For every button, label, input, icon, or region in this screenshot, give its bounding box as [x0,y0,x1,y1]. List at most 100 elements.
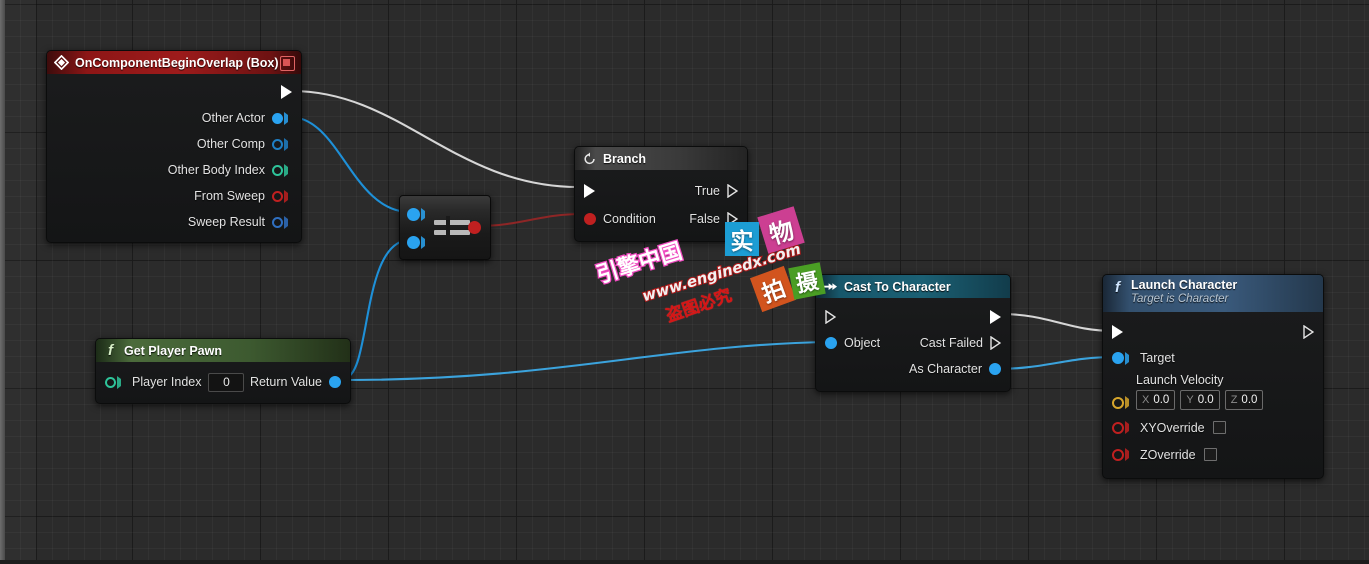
pin-label: Sweep Result [187,215,265,229]
branch-exec-in-pin[interactable] [584,183,595,198]
pin-row-sweep-result[interactable]: Sweep Result [47,209,301,235]
other-actor-pin[interactable] [272,111,292,125]
node-branch[interactable]: Branch True Condition False [574,146,748,242]
pin-label-false: False [689,212,720,226]
node-body: True Condition False [575,170,747,241]
node-title: Cast To Character [844,279,951,294]
node-titlebar[interactable]: Branch [575,147,747,170]
pin-row-zoverride[interactable]: ZOverride [1103,441,1323,468]
xyoverride-checkbox[interactable] [1212,421,1226,434]
blueprint-graph-canvas[interactable]: OnComponentBeginOverlap (Box) Other Acto… [0,0,1369,564]
node-equal-comparison[interactable] [399,195,491,260]
pin-label-xyoverride: XYOverride [1140,420,1205,435]
launch-exec-out-pin[interactable] [1303,325,1314,339]
pin-row-target[interactable]: Target [1103,345,1323,371]
node-subtitle: Target is Character [1131,293,1229,305]
other-body-index-pin[interactable] [272,163,292,177]
pin-row-player-index-return[interactable]: Player Index 0 Return Value [96,368,350,396]
pin-label-true: True [694,183,720,198]
node-body: Object Cast Failed As Character [816,298,1010,391]
pin-row-launch-velocity[interactable]: Launch Velocity X 0.0 Y 0.0 Z 0.0 [1103,371,1323,414]
graph-left-band [0,0,37,564]
velocity-z-field[interactable]: Z 0.0 [1224,390,1264,410]
as-character-pin[interactable] [989,363,1001,375]
sweep-result-pin[interactable] [272,215,292,229]
exec-out-pin[interactable] [281,85,292,99]
equal-symbol-gap [446,216,450,239]
branch-true-exec-pin[interactable] [727,183,738,198]
pin-label-condition: Condition [603,212,656,226]
axis-label-x: X [1142,394,1150,406]
player-index-input[interactable]: 0 [208,372,245,392]
equal-input-a-pin[interactable] [407,208,429,221]
velocity-y-field[interactable]: Y 0.0 [1180,390,1220,410]
cast-exec-in-pin[interactable] [825,310,836,324]
pin-label: Other Comp [196,137,265,151]
equal-input-b-pin[interactable] [407,236,429,249]
pin-row-exec-out[interactable] [47,79,301,105]
from-sweep-pin[interactable] [272,189,292,203]
node-titlebar[interactable]: OnComponentBeginOverlap (Box) [47,51,301,74]
player-index-pin[interactable] [105,375,125,389]
pin-label: From Sweep [194,189,265,203]
function-f-icon: f [1115,279,1120,296]
pin-label-object: Object [844,336,881,350]
pin-row-launch-exec[interactable] [1103,319,1323,345]
cast-failed-exec-pin[interactable] [990,336,1001,350]
node-close-icon[interactable] [280,56,295,71]
branch-false-exec-pin[interactable] [727,212,738,226]
equal-symbol-bar-top [434,220,470,225]
pin-row-xyoverride[interactable]: XYOverride [1103,414,1323,441]
pin-row-condition-false[interactable]: Condition False [575,205,747,233]
zoverride-checkbox[interactable] [1203,448,1217,461]
vertical-scrollbar[interactable] [0,0,5,564]
pin-row-as-character[interactable]: As Character [816,356,1010,382]
pin-row-from-sweep[interactable]: From Sweep [47,183,301,209]
pin-row-other-comp[interactable]: Other Comp [47,131,301,157]
velocity-y-value: 0.0 [1197,394,1214,406]
return-value-pin[interactable] [329,376,341,388]
condition-pin[interactable] [584,213,596,225]
pin-label-target: Target [1140,351,1175,365]
node-body: Player Index 0 Return Value [96,362,350,403]
node-body: Target Launch Velocity X 0.0 Y 0.0 Z 0.0… [1103,312,1323,478]
axis-label-z: Z [1230,394,1238,406]
pin-row-branch-exec-true[interactable]: True [575,176,747,205]
node-cast-to-character[interactable]: Cast To Character Object Cast Failed As … [815,274,1011,392]
pin-label-launch-velocity: Launch Velocity [1136,373,1224,387]
node-on-component-begin-overlap[interactable]: OnComponentBeginOverlap (Box) Other Acto… [46,50,302,243]
node-title: Launch Character [1131,278,1238,292]
equal-output-pin[interactable] [468,221,481,234]
launch-exec-in-pin[interactable] [1112,325,1123,339]
cast-exec-out-pin[interactable] [990,310,1001,324]
pin-row-object-cast-failed[interactable]: Object Cast Failed [816,330,1010,356]
node-titlebar[interactable]: f Get Player Pawn [96,339,350,362]
velocity-x-field[interactable]: X 0.0 [1136,390,1176,410]
cast-arrow-icon [823,279,838,294]
node-titlebar[interactable]: f Launch Character Target is Character [1103,275,1323,312]
launch-velocity-vector-fields[interactable]: X 0.0 Y 0.0 Z 0.0 [1136,390,1314,410]
pin-label-as-character: As Character [909,362,982,376]
pin-label-player-index: Player Index [132,375,202,389]
other-comp-pin[interactable] [272,137,292,151]
pin-label: Other Body Index [167,163,265,177]
function-f-icon: f [108,342,113,359]
pin-row-other-actor[interactable]: Other Actor [47,105,301,131]
node-title: Get Player Pawn [124,343,222,358]
velocity-z-value: 0.0 [1241,394,1258,406]
node-launch-character[interactable]: f Launch Character Target is Character T… [1102,274,1324,479]
canvas-bottom-edge [0,560,1369,564]
axis-label-y: Y [1186,394,1194,406]
cast-object-pin[interactable] [825,337,837,349]
zoverride-pin[interactable] [1112,448,1133,461]
node-titlebar[interactable]: Cast To Character [816,275,1010,298]
branch-flow-icon [582,151,597,166]
pin-label: Other Actor [201,111,265,125]
node-get-player-pawn[interactable]: f Get Player Pawn Player Index 0 Return … [95,338,351,404]
target-pin[interactable] [1112,351,1133,365]
pin-row-other-body-index[interactable]: Other Body Index [47,157,301,183]
node-title: OnComponentBeginOverlap (Box) [75,55,279,70]
launch-velocity-pin[interactable] [1112,396,1133,409]
pin-row-cast-exec[interactable] [816,304,1010,330]
xyoverride-pin[interactable] [1112,421,1133,434]
